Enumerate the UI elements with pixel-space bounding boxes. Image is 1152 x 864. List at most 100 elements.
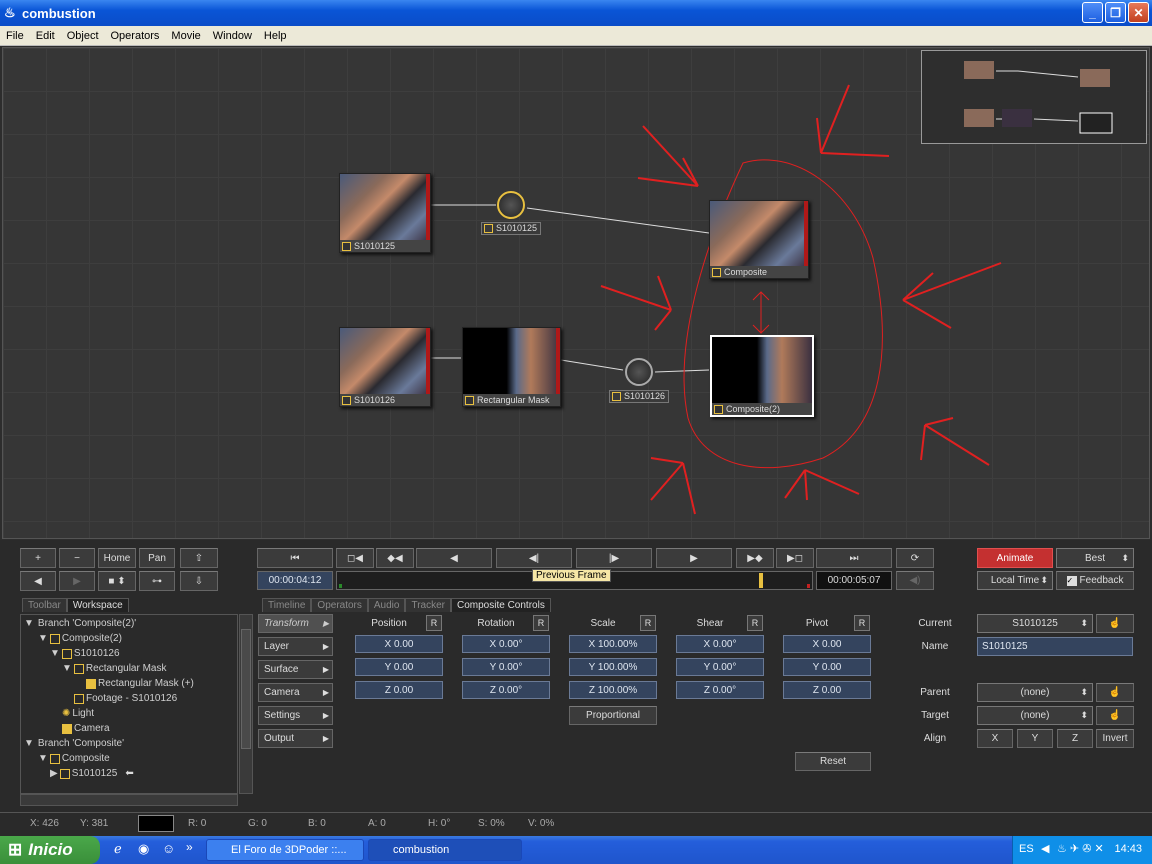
tab-timeline[interactable]: Timeline bbox=[262, 598, 312, 612]
shear-x-field[interactable]: X 0.00° bbox=[676, 635, 764, 653]
tab-audio[interactable]: Audio bbox=[367, 598, 406, 612]
task-combustion[interactable]: combustion bbox=[368, 839, 522, 861]
zoom-in-button[interactable]: + bbox=[20, 548, 56, 568]
current-pick-button[interactable]: ☝ bbox=[1096, 614, 1134, 633]
tab-composite-controls[interactable]: Composite Controls bbox=[451, 598, 551, 612]
color-picker-button[interactable]: ■ ⬍ bbox=[98, 571, 136, 591]
tab-tracker[interactable]: Tracker bbox=[405, 598, 451, 612]
invert-button[interactable]: Invert bbox=[1096, 729, 1134, 748]
category-layer[interactable]: Layer bbox=[258, 637, 333, 656]
next-keyframe-button[interactable]: ▶◆ bbox=[736, 548, 774, 568]
scale-y-field[interactable]: Y 100.00% bbox=[569, 658, 657, 676]
tree-item[interactable]: ▼ Branch 'Composite' bbox=[24, 736, 124, 751]
back-button[interactable]: ◀ bbox=[20, 571, 56, 591]
shear-reset-button[interactable]: R bbox=[747, 615, 763, 631]
media-icon[interactable]: ◉ bbox=[138, 841, 149, 857]
menu-help[interactable]: Help bbox=[258, 30, 293, 42]
down-level-button[interactable]: ⇩ bbox=[180, 571, 218, 591]
restore-button[interactable]: ❐ bbox=[1105, 2, 1126, 23]
tab-toolbar[interactable]: Toolbar bbox=[22, 598, 67, 612]
tree-item[interactable]: ▼ Rectangular Mask bbox=[62, 661, 167, 676]
position-y-field[interactable]: Y 0.00 bbox=[355, 658, 443, 676]
prev-keyframe-button[interactable]: ◆◀ bbox=[376, 548, 414, 568]
shear-z-field[interactable]: Z 0.00° bbox=[676, 681, 764, 699]
position-z-field[interactable]: Z 0.00 bbox=[355, 681, 443, 699]
node-s1010125-layer[interactable] bbox=[497, 191, 525, 219]
target-dropdown[interactable]: (none) bbox=[977, 706, 1093, 725]
align-y-button[interactable]: Y bbox=[1017, 729, 1053, 748]
tree-item[interactable]: Rectangular Mask (+) bbox=[86, 676, 194, 691]
node-s1010126-layer[interactable] bbox=[625, 358, 653, 386]
schematic-view[interactable]: S1010125 S1010125 Composite S1010126 Rec… bbox=[2, 47, 1150, 539]
rotation-x-field[interactable]: X 0.00° bbox=[462, 635, 550, 653]
menu-movie[interactable]: Movie bbox=[165, 30, 206, 42]
rotation-y-field[interactable]: Y 0.00° bbox=[462, 658, 550, 676]
rotation-reset-button[interactable]: R bbox=[533, 615, 549, 631]
shear-y-field[interactable]: Y 0.00° bbox=[676, 658, 764, 676]
tree-scrollbar-horizontal[interactable] bbox=[20, 794, 238, 806]
node-s1010126-footage[interactable]: S1010126 bbox=[339, 327, 431, 407]
menu-operators[interactable]: Operators bbox=[105, 30, 166, 42]
end-time-field[interactable]: 00:00:05:07 bbox=[816, 571, 892, 590]
tree-item[interactable]: ✺ Light bbox=[62, 706, 94, 721]
tree-item[interactable]: Footage - S1010126 bbox=[74, 691, 177, 706]
go-to-end-button[interactable]: ⏭ bbox=[816, 548, 892, 568]
minimize-button[interactable]: _ bbox=[1082, 2, 1103, 23]
forward-button[interactable]: ▶ bbox=[59, 571, 95, 591]
pan-button[interactable]: Pan bbox=[139, 548, 175, 568]
category-settings[interactable]: Settings bbox=[258, 706, 333, 725]
animate-button[interactable]: Animate bbox=[977, 548, 1053, 568]
time-mode-dropdown[interactable]: Local Time bbox=[977, 571, 1053, 590]
current-object-dropdown[interactable]: S1010125 bbox=[977, 614, 1093, 633]
play-reverse-button[interactable]: ◀ bbox=[416, 548, 492, 568]
home-button[interactable]: Home bbox=[98, 548, 136, 568]
hierarchy-button[interactable]: ⊶ bbox=[139, 571, 175, 591]
tree-scrollbar-vertical[interactable] bbox=[239, 614, 253, 794]
go-to-start-button[interactable]: ⏮ bbox=[257, 548, 333, 568]
current-time-field[interactable]: 00:00:04:12 bbox=[257, 571, 333, 590]
set-in-button[interactable]: ◻◀ bbox=[336, 548, 374, 568]
category-output[interactable]: Output bbox=[258, 729, 333, 748]
rotation-z-field[interactable]: Z 0.00° bbox=[462, 681, 550, 699]
position-reset-button[interactable]: R bbox=[426, 615, 442, 631]
proportional-button[interactable]: Proportional bbox=[569, 706, 657, 725]
next-frame-button[interactable]: |▶ bbox=[576, 548, 652, 568]
menu-window[interactable]: Window bbox=[207, 30, 258, 42]
ie-icon[interactable]: ℯ bbox=[114, 841, 122, 857]
category-camera[interactable]: Camera bbox=[258, 683, 333, 702]
scale-reset-button[interactable]: R bbox=[640, 615, 656, 631]
menu-object[interactable]: Object bbox=[61, 30, 105, 42]
align-z-button[interactable]: Z bbox=[1057, 729, 1093, 748]
scale-z-field[interactable]: Z 100.00% bbox=[569, 681, 657, 699]
playhead[interactable] bbox=[759, 573, 763, 588]
start-button[interactable]: ⊞ Inicio bbox=[0, 836, 100, 864]
quality-dropdown[interactable]: Best bbox=[1056, 548, 1134, 568]
previous-frame-button[interactable]: ◀| bbox=[496, 548, 572, 568]
menu-file[interactable]: File bbox=[0, 30, 30, 42]
pivot-y-field[interactable]: Y 0.00 bbox=[783, 658, 871, 676]
tree-item[interactable]: ▼ Composite(2) bbox=[38, 631, 122, 646]
pivot-z-field[interactable]: Z 0.00 bbox=[783, 681, 871, 699]
target-pick-button[interactable]: ☝ bbox=[1096, 706, 1134, 725]
workspace-tree[interactable]: ▼ Branch 'Composite(2)' ▼ Composite(2) ▼ S1… bbox=[20, 614, 238, 794]
tray-expand-icon[interactable]: ◀ bbox=[1041, 842, 1049, 855]
scale-x-field[interactable]: X 100.00% bbox=[569, 635, 657, 653]
tree-item[interactable]: ▼ S1010126 bbox=[50, 646, 120, 661]
menu-edit[interactable]: Edit bbox=[30, 30, 61, 42]
tray-app-icons[interactable]: ♨ ✈ ✇ ✕ bbox=[1057, 842, 1104, 855]
loop-button[interactable]: ⟳ bbox=[896, 548, 934, 568]
tree-item[interactable]: Camera bbox=[62, 721, 110, 736]
reset-button[interactable]: Reset bbox=[795, 752, 871, 771]
tree-item[interactable]: ▼ Branch 'Composite(2)' bbox=[24, 616, 136, 631]
position-x-field[interactable]: X 0.00 bbox=[355, 635, 443, 653]
zoom-out-button[interactable]: − bbox=[59, 548, 95, 568]
tab-operators[interactable]: Operators bbox=[311, 598, 368, 612]
play-button[interactable]: ▶ bbox=[656, 548, 732, 568]
node-composite-2[interactable]: Composite(2) bbox=[710, 335, 814, 417]
up-level-button[interactable]: ⇧ bbox=[180, 548, 218, 568]
set-out-button[interactable]: ▶◻ bbox=[776, 548, 814, 568]
pivot-reset-button[interactable]: R bbox=[854, 615, 870, 631]
pivot-x-field[interactable]: X 0.00 bbox=[783, 635, 871, 653]
category-surface[interactable]: Surface bbox=[258, 660, 333, 679]
parent-dropdown[interactable]: (none) bbox=[977, 683, 1093, 702]
